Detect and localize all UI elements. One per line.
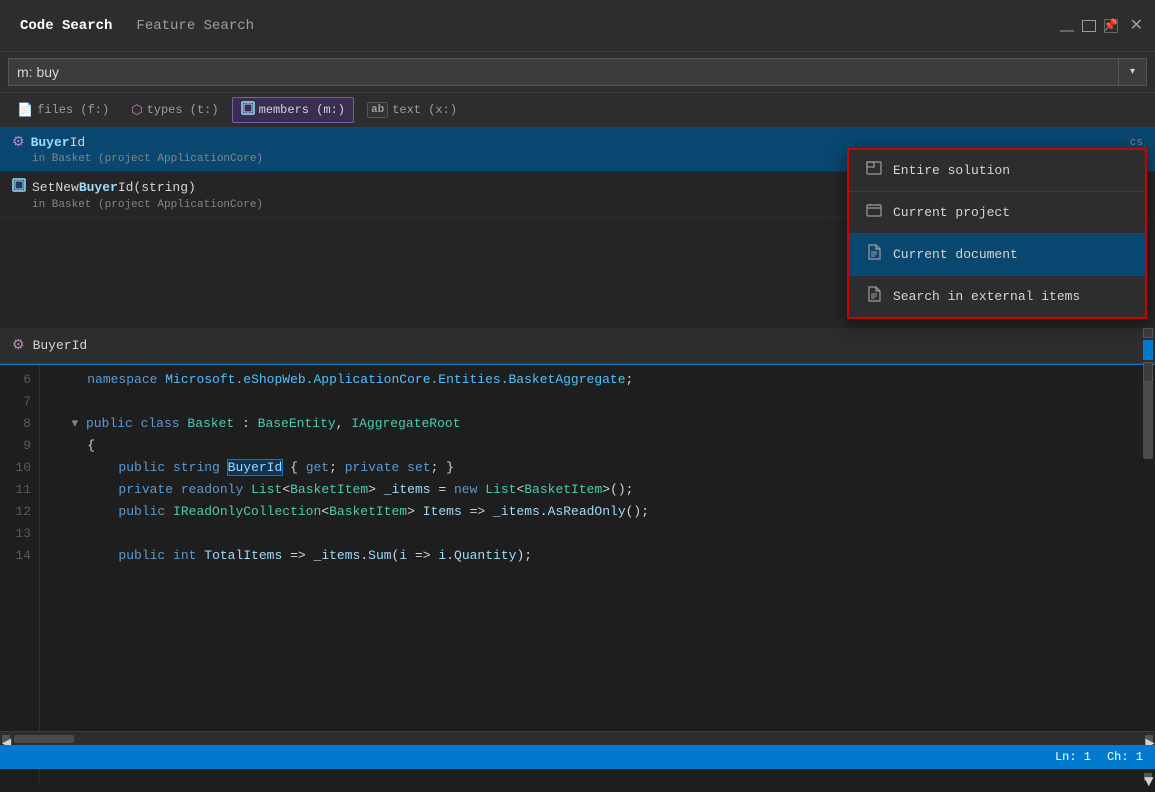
search-scope-dropdown-button[interactable]: ▾ (1119, 58, 1147, 86)
code-line-10: public string BuyerId { get; private set… (56, 457, 1141, 479)
close-button[interactable]: ✕ (1126, 18, 1147, 34)
minimap-btn-2[interactable] (1143, 340, 1153, 360)
scrollbar-horizontal[interactable]: ◄ ► (0, 731, 1155, 745)
minimize-button[interactable] (1060, 30, 1074, 32)
code-line-12: public IReadOnlyCollection<BasketItem> I… (56, 501, 1141, 523)
text-icon: ab (367, 102, 388, 118)
filter-text-label: text (x:) (392, 103, 457, 117)
window-controls: 📌 ✕ (1060, 18, 1147, 34)
filter-members[interactable]: members (m:) (232, 97, 354, 123)
types-icon: ⬡ (131, 103, 142, 118)
scope-icon-document (865, 244, 883, 265)
scope-document-label: Current document (893, 247, 1018, 262)
scope-external-label: Search in external items (893, 289, 1080, 304)
result-icon-wrench: ⚙ (12, 134, 25, 151)
search-bar: ▾ (0, 52, 1155, 93)
horizontal-thumb[interactable] (14, 735, 74, 743)
scope-current-document[interactable]: Current document (849, 234, 1145, 276)
filter-members-label: members (m:) (259, 103, 345, 117)
pin-button[interactable]: 📌 (1104, 19, 1118, 33)
scope-project-label: Current project (893, 205, 1010, 220)
status-bar: Ln: 1 Ch: 1 (0, 745, 1155, 769)
minimap-btn-3[interactable] (1143, 362, 1153, 382)
status-ch: Ch: 1 (1107, 750, 1143, 764)
code-header-title: BuyerId (33, 338, 88, 353)
scope-icon-external (865, 286, 883, 307)
code-line-14: public int TotalItems => _items.Sum(i =>… (56, 545, 1141, 567)
tab-feature-search[interactable]: Feature Search (124, 14, 266, 38)
scroll-down-arrow[interactable]: ▼ (1144, 773, 1152, 781)
scope-external-items[interactable]: Search in external items (849, 276, 1145, 317)
scope-entire-solution[interactable]: Entire solution (849, 150, 1145, 192)
scroll-right-arrow[interactable]: ► (1145, 735, 1153, 743)
result-name-text: BuyerId (31, 135, 86, 150)
scope-dropdown: Entire solution Current project Current … (847, 148, 1147, 319)
code-line-13 (56, 523, 1141, 545)
filter-files-label: files (f:) (37, 103, 109, 117)
scrollbar-thumb[interactable] (1143, 379, 1153, 459)
code-line-7 (56, 391, 1141, 413)
code-area: 6 7 8 9 10 11 12 13 14 namespace Microso… (0, 364, 1155, 783)
scope-icon-project (865, 202, 883, 223)
minimap-controls (1141, 326, 1155, 384)
scroll-left-arrow[interactable]: ◄ (2, 735, 10, 743)
line-numbers: 6 7 8 9 10 11 12 13 14 (0, 365, 40, 783)
scope-icon-entire (865, 160, 883, 181)
scope-current-project[interactable]: Current project (849, 192, 1145, 234)
code-line-11: private readonly List<BasketItem> _items… (56, 479, 1141, 501)
code-line-8: ▾ public class Basket : BaseEntity, IAgg… (56, 413, 1141, 435)
filter-text[interactable]: ab text (x:) (358, 98, 466, 122)
filter-types[interactable]: ⬡ types (t:) (122, 99, 227, 122)
dropdown-icon: ▾ (1130, 66, 1135, 78)
search-input[interactable] (8, 58, 1119, 86)
status-ln: Ln: 1 (1055, 750, 1091, 764)
code-line-9: { (56, 435, 1141, 457)
title-bar: Code Search Feature Search 📌 ✕ (0, 0, 1155, 52)
code-line-6: namespace Microsoft.eShopWeb.Application… (56, 369, 1141, 391)
files-icon: 📄 (17, 103, 33, 118)
code-content: namespace Microsoft.eShopWeb.Application… (40, 365, 1141, 783)
result-setnew-text: SetNewBuyerId(string) (32, 180, 196, 195)
filter-files[interactable]: 📄 files (f:) (8, 99, 118, 122)
members-icon (241, 101, 255, 119)
filter-types-label: types (t:) (147, 103, 219, 117)
code-header: ⚙ BuyerId (0, 328, 1155, 364)
minimap-btn-1[interactable] (1143, 328, 1153, 338)
tab-code-search[interactable]: Code Search (8, 14, 124, 38)
scrollbar-vertical[interactable]: ▲ ▼ (1141, 365, 1155, 783)
code-header-icon: ⚙ (12, 337, 25, 354)
scope-entire-label: Entire solution (893, 163, 1010, 178)
filter-tabs: 📄 files (f:) ⬡ types (t:) members (m:) a… (0, 93, 1155, 128)
result-scope-cs: cs (1130, 137, 1143, 149)
result-icon-cube (12, 178, 26, 197)
restore-button[interactable] (1082, 20, 1096, 32)
